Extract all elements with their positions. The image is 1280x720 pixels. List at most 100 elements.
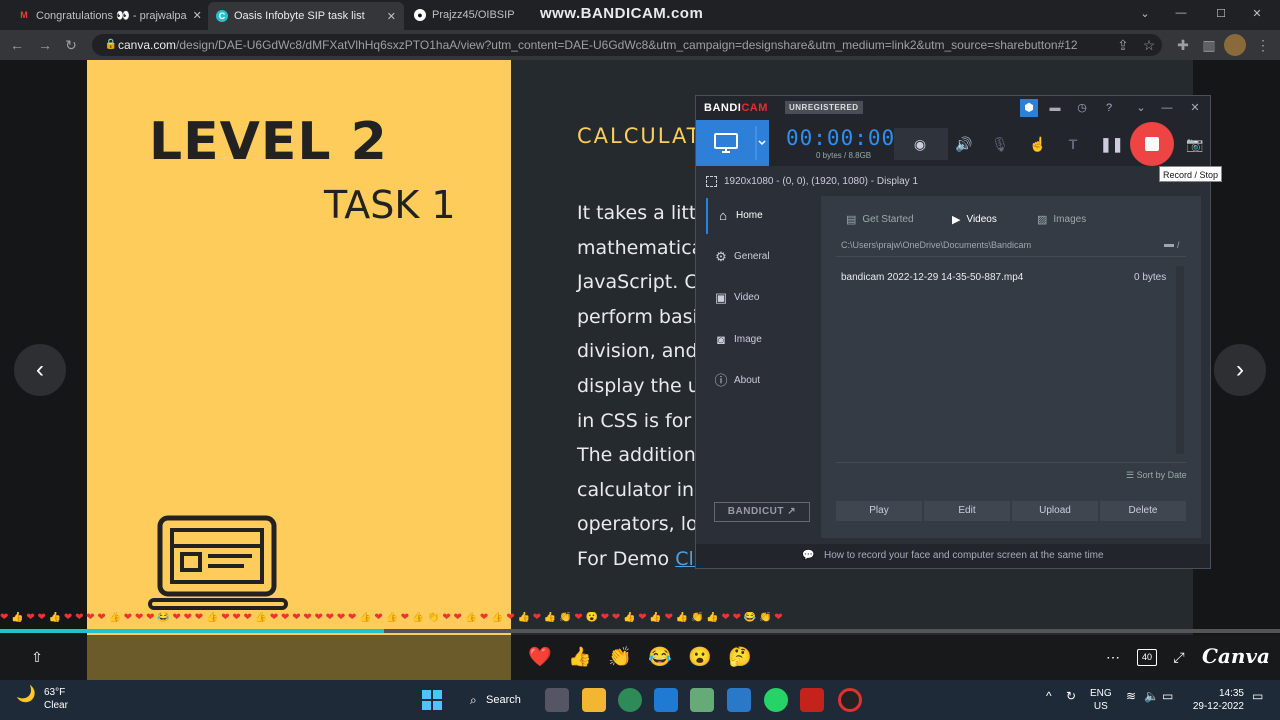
tab-videos[interactable]: ▶ Videos xyxy=(952,213,997,226)
tray-overflow-icon[interactable]: ^ xyxy=(1046,690,1052,703)
back-icon[interactable]: ← xyxy=(6,34,28,56)
slide-task-title: TASK 1 xyxy=(324,183,456,227)
upload-button[interactable]: Upload xyxy=(1012,501,1098,521)
previous-slide-button[interactable]: ‹ xyxy=(14,344,66,396)
sidebar-item-image[interactable]: ◙ Image xyxy=(706,322,818,358)
delete-button[interactable]: Delete xyxy=(1100,501,1186,521)
acrobat-icon[interactable] xyxy=(800,688,824,712)
windows-start-icon[interactable] xyxy=(420,688,444,712)
next-slide-button[interactable]: › xyxy=(1214,344,1266,396)
sidebar-item-video[interactable]: ▣ Video xyxy=(706,280,818,316)
screenshot-camera-icon[interactable]: 📷 xyxy=(1185,134,1205,154)
collapse-icon[interactable]: ⌄ xyxy=(1132,99,1150,117)
speaker-icon[interactable]: 🔊 xyxy=(954,134,974,154)
sidebar-item-general[interactable]: ⚙ General xyxy=(706,239,818,275)
heart-reaction-button[interactable]: ❤️ xyxy=(528,647,552,669)
thinking-reaction-button[interactable]: 🤔 xyxy=(728,647,752,669)
chrome-icon[interactable] xyxy=(618,688,642,712)
tab-get-started[interactable]: ▤ Get Started xyxy=(846,213,914,226)
language-indicator[interactable]: ENG US xyxy=(1090,687,1112,713)
forward-icon[interactable]: → xyxy=(34,34,56,56)
text-overlay-icon[interactable]: T xyxy=(1063,134,1083,154)
more-icon[interactable]: ⋯ xyxy=(1102,646,1124,668)
battery-icon[interactable]: ▭ xyxy=(1162,690,1173,703)
search-icon: ⌕ xyxy=(470,693,477,707)
cursor-effect-icon[interactable]: ☝ xyxy=(1028,134,1048,154)
bandicam-taskbar-icon[interactable] xyxy=(838,688,862,712)
tab-label: Images xyxy=(1053,214,1087,225)
close-window-icon[interactable]: ✕ xyxy=(1240,2,1274,24)
extensions-icon[interactable]: ✚ xyxy=(1172,34,1194,56)
lock-icon[interactable]: ⬢ xyxy=(1020,99,1038,117)
reload-icon[interactable]: ↻ xyxy=(60,34,82,56)
lock-icon[interactable]: 🔒 xyxy=(100,34,122,56)
surprised-reaction-button[interactable]: 😮 xyxy=(688,647,712,669)
tab-images[interactable]: ▨ Images xyxy=(1037,213,1086,226)
laugh-reaction-button[interactable]: 😂 xyxy=(648,647,672,669)
video-file-name[interactable]: bandicam 2022-12-29 14-35-50-887.mp4 xyxy=(841,272,1023,283)
chevron-down-icon[interactable]: ⌄ xyxy=(1128,2,1162,24)
store-icon[interactable] xyxy=(690,688,714,712)
slide-line: in CSS is for xyxy=(577,409,692,432)
fullscreen-icon[interactable]: ⤢ xyxy=(1168,646,1190,668)
help-icon[interactable]: ? xyxy=(1100,99,1118,117)
notification-icon[interactable]: ▭ xyxy=(1252,690,1263,703)
whatsapp-icon[interactable] xyxy=(764,688,788,712)
region-select-icon[interactable] xyxy=(706,176,717,187)
volume-icon[interactable]: 🔈 xyxy=(1144,690,1159,703)
folder-icon[interactable]: ▬ xyxy=(1046,99,1064,117)
presentation-progress[interactable] xyxy=(0,629,1280,633)
bandicam-watermark: www.BANDICAM.com xyxy=(540,5,704,22)
minimize-icon[interactable]: — xyxy=(1158,99,1176,117)
clap-reaction-button[interactable]: 👏 xyxy=(608,647,632,669)
canva-logo[interactable]: Canva xyxy=(1202,644,1270,668)
nav-label: Home xyxy=(736,210,763,221)
play-button[interactable]: Play xyxy=(836,501,922,521)
avatar[interactable] xyxy=(1224,34,1246,56)
pause-icon[interactable]: ❚❚ xyxy=(1100,134,1123,154)
url-field[interactable]: canva.com/design/DAE-U6GdWc8/dMFXatVlhHq… xyxy=(92,34,1162,56)
minimize-icon[interactable]: — xyxy=(1164,2,1198,24)
wifi-icon[interactable]: ≋ xyxy=(1126,690,1136,703)
maximize-icon[interactable]: ☐ xyxy=(1204,2,1238,24)
file-list-scrollbar[interactable] xyxy=(1176,266,1184,454)
page-count-badge[interactable]: 40 xyxy=(1137,649,1157,666)
vscode-icon[interactable] xyxy=(654,688,678,712)
tab-github[interactable]: ● Prajzz45/OIBSIP xyxy=(406,4,536,26)
share-icon[interactable]: ⇪ xyxy=(1112,34,1134,56)
screen-mode-button[interactable] xyxy=(696,120,769,166)
timer-icon[interactable]: ◷ xyxy=(1073,99,1091,117)
tab-label: Congratulations 👀 - prajwalpa xyxy=(36,9,187,22)
slide-body: It takes a litt mathematica JavaScript. … xyxy=(577,196,710,577)
sidebar-item-about[interactable]: ⓘ About xyxy=(706,363,818,399)
thumbs-up-reaction-button[interactable]: 👍 xyxy=(568,647,592,669)
sidebar-icon[interactable]: ▥ xyxy=(1198,34,1220,56)
task-view-icon[interactable] xyxy=(545,688,569,712)
taskbar-search-button[interactable]: ⌕ Search xyxy=(458,687,530,713)
bookmark-star-icon[interactable]: ☆ xyxy=(1138,34,1160,56)
stop-icon xyxy=(1145,137,1159,151)
nav-label: Image xyxy=(734,334,762,345)
close-icon[interactable]: ✕ xyxy=(187,9,202,22)
sync-icon[interactable]: ↻ xyxy=(1066,690,1076,703)
tab-gmail[interactable]: M Congratulations 👀 - prajwalpa ✕ xyxy=(10,4,206,26)
menu-kebab-icon[interactable]: ⋮ xyxy=(1252,34,1274,56)
divider xyxy=(836,256,1186,257)
file-explorer-icon[interactable] xyxy=(582,688,606,712)
close-icon[interactable]: ✕ xyxy=(381,10,396,23)
bandicam-tip-link[interactable]: 💬 How to record your face and computer sc… xyxy=(696,544,1210,568)
bandicut-button[interactable]: BANDICUT ↗ xyxy=(714,502,810,522)
mail-icon[interactable] xyxy=(727,688,751,712)
sidebar-item-home[interactable]: ⌂ Home xyxy=(706,198,818,234)
open-folder-icon[interactable]: ▬ xyxy=(1164,239,1174,250)
microphone-icon[interactable]: 🎙 xyxy=(990,134,1010,154)
clock[interactable]: 14:35 29-12-2022 xyxy=(1180,687,1244,713)
sort-button[interactable]: ☰ Sort by Date xyxy=(1126,470,1187,481)
tab-canva[interactable]: C Oasis Infobyte SIP task list ✕ xyxy=(208,2,404,30)
close-icon[interactable]: ✕ xyxy=(1186,99,1204,117)
chevron-left-icon: ‹ xyxy=(36,356,44,383)
record-stop-button[interactable] xyxy=(1130,122,1174,166)
edit-button[interactable]: Edit xyxy=(924,501,1010,521)
weather-widget[interactable]: 🌙 63°F Clear xyxy=(16,686,68,712)
share-upload-icon[interactable]: ⇧ xyxy=(26,646,48,668)
